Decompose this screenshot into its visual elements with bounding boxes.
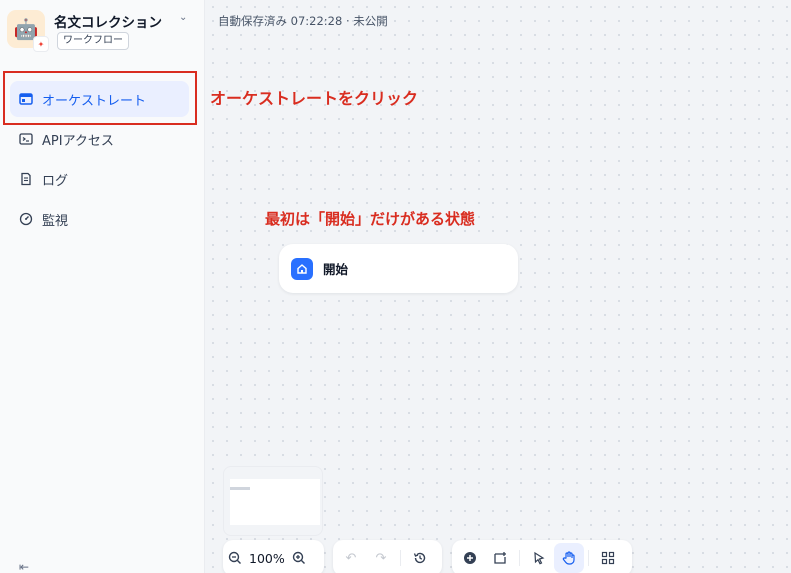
- app-header[interactable]: 🤖 ✦ 名文コレクション ⌄ ワークフロー: [7, 10, 197, 54]
- app-avatar: 🤖 ✦: [7, 10, 49, 52]
- start-node-label: 開始: [323, 262, 349, 277]
- tools-toolbar: [452, 540, 632, 573]
- sidebar-item-api-access[interactable]: APIアクセス: [10, 121, 189, 157]
- zoom-toolbar: 100%: [223, 540, 324, 573]
- annotation-click-orchestrate: オーケストレートをクリック: [210, 89, 419, 108]
- sidebar-item-label: APIアクセス: [42, 133, 114, 149]
- history-toolbar: ↶ ↷: [333, 540, 442, 573]
- sidebar-item-monitoring[interactable]: 監視: [10, 201, 189, 237]
- save-status: 自動保存済み 07:22:28 · 未公開: [218, 14, 388, 28]
- terminal-icon: [18, 131, 34, 147]
- redo-icon[interactable]: ↷: [366, 543, 396, 573]
- add-node-icon[interactable]: [455, 543, 485, 573]
- add-note-icon[interactable]: [485, 543, 515, 573]
- zoom-level[interactable]: 100%: [247, 551, 287, 566]
- pointer-icon[interactable]: [524, 543, 554, 573]
- undo-icon[interactable]: ↶: [336, 543, 366, 573]
- sidebar-item-label: 監視: [42, 213, 69, 229]
- divider: [588, 550, 589, 566]
- home-icon: [291, 257, 313, 280]
- chevron-down-icon[interactable]: ⌄: [179, 12, 187, 23]
- history-icon[interactable]: [405, 543, 435, 573]
- minimap[interactable]: [223, 466, 323, 536]
- highlight-box: [3, 71, 197, 125]
- workflow-badge-icon: ✦: [33, 36, 49, 52]
- document-list-icon: [18, 171, 34, 187]
- gauge-icon: [18, 211, 34, 227]
- app-type-badge: ワークフロー: [57, 32, 129, 50]
- minimap-node: [230, 487, 250, 490]
- app-name: 名文コレクション: [54, 15, 162, 31]
- sidebar-item-logs[interactable]: ログ: [10, 161, 189, 197]
- zoom-in-icon[interactable]: [287, 543, 311, 573]
- annotation-start-only: 最初は「開始」だけがある状態: [265, 210, 476, 228]
- start-node[interactable]: 開始: [279, 244, 518, 293]
- hand-icon[interactable]: [554, 543, 584, 573]
- sidebar-item-label: ログ: [42, 173, 69, 189]
- divider: [519, 550, 520, 566]
- collapse-sidebar-icon[interactable]: ⇤: [19, 560, 29, 573]
- minimap-viewport[interactable]: [230, 479, 320, 525]
- organize-blocks-icon[interactable]: [593, 543, 623, 573]
- divider: [400, 550, 401, 566]
- zoom-out-icon[interactable]: [223, 543, 247, 573]
